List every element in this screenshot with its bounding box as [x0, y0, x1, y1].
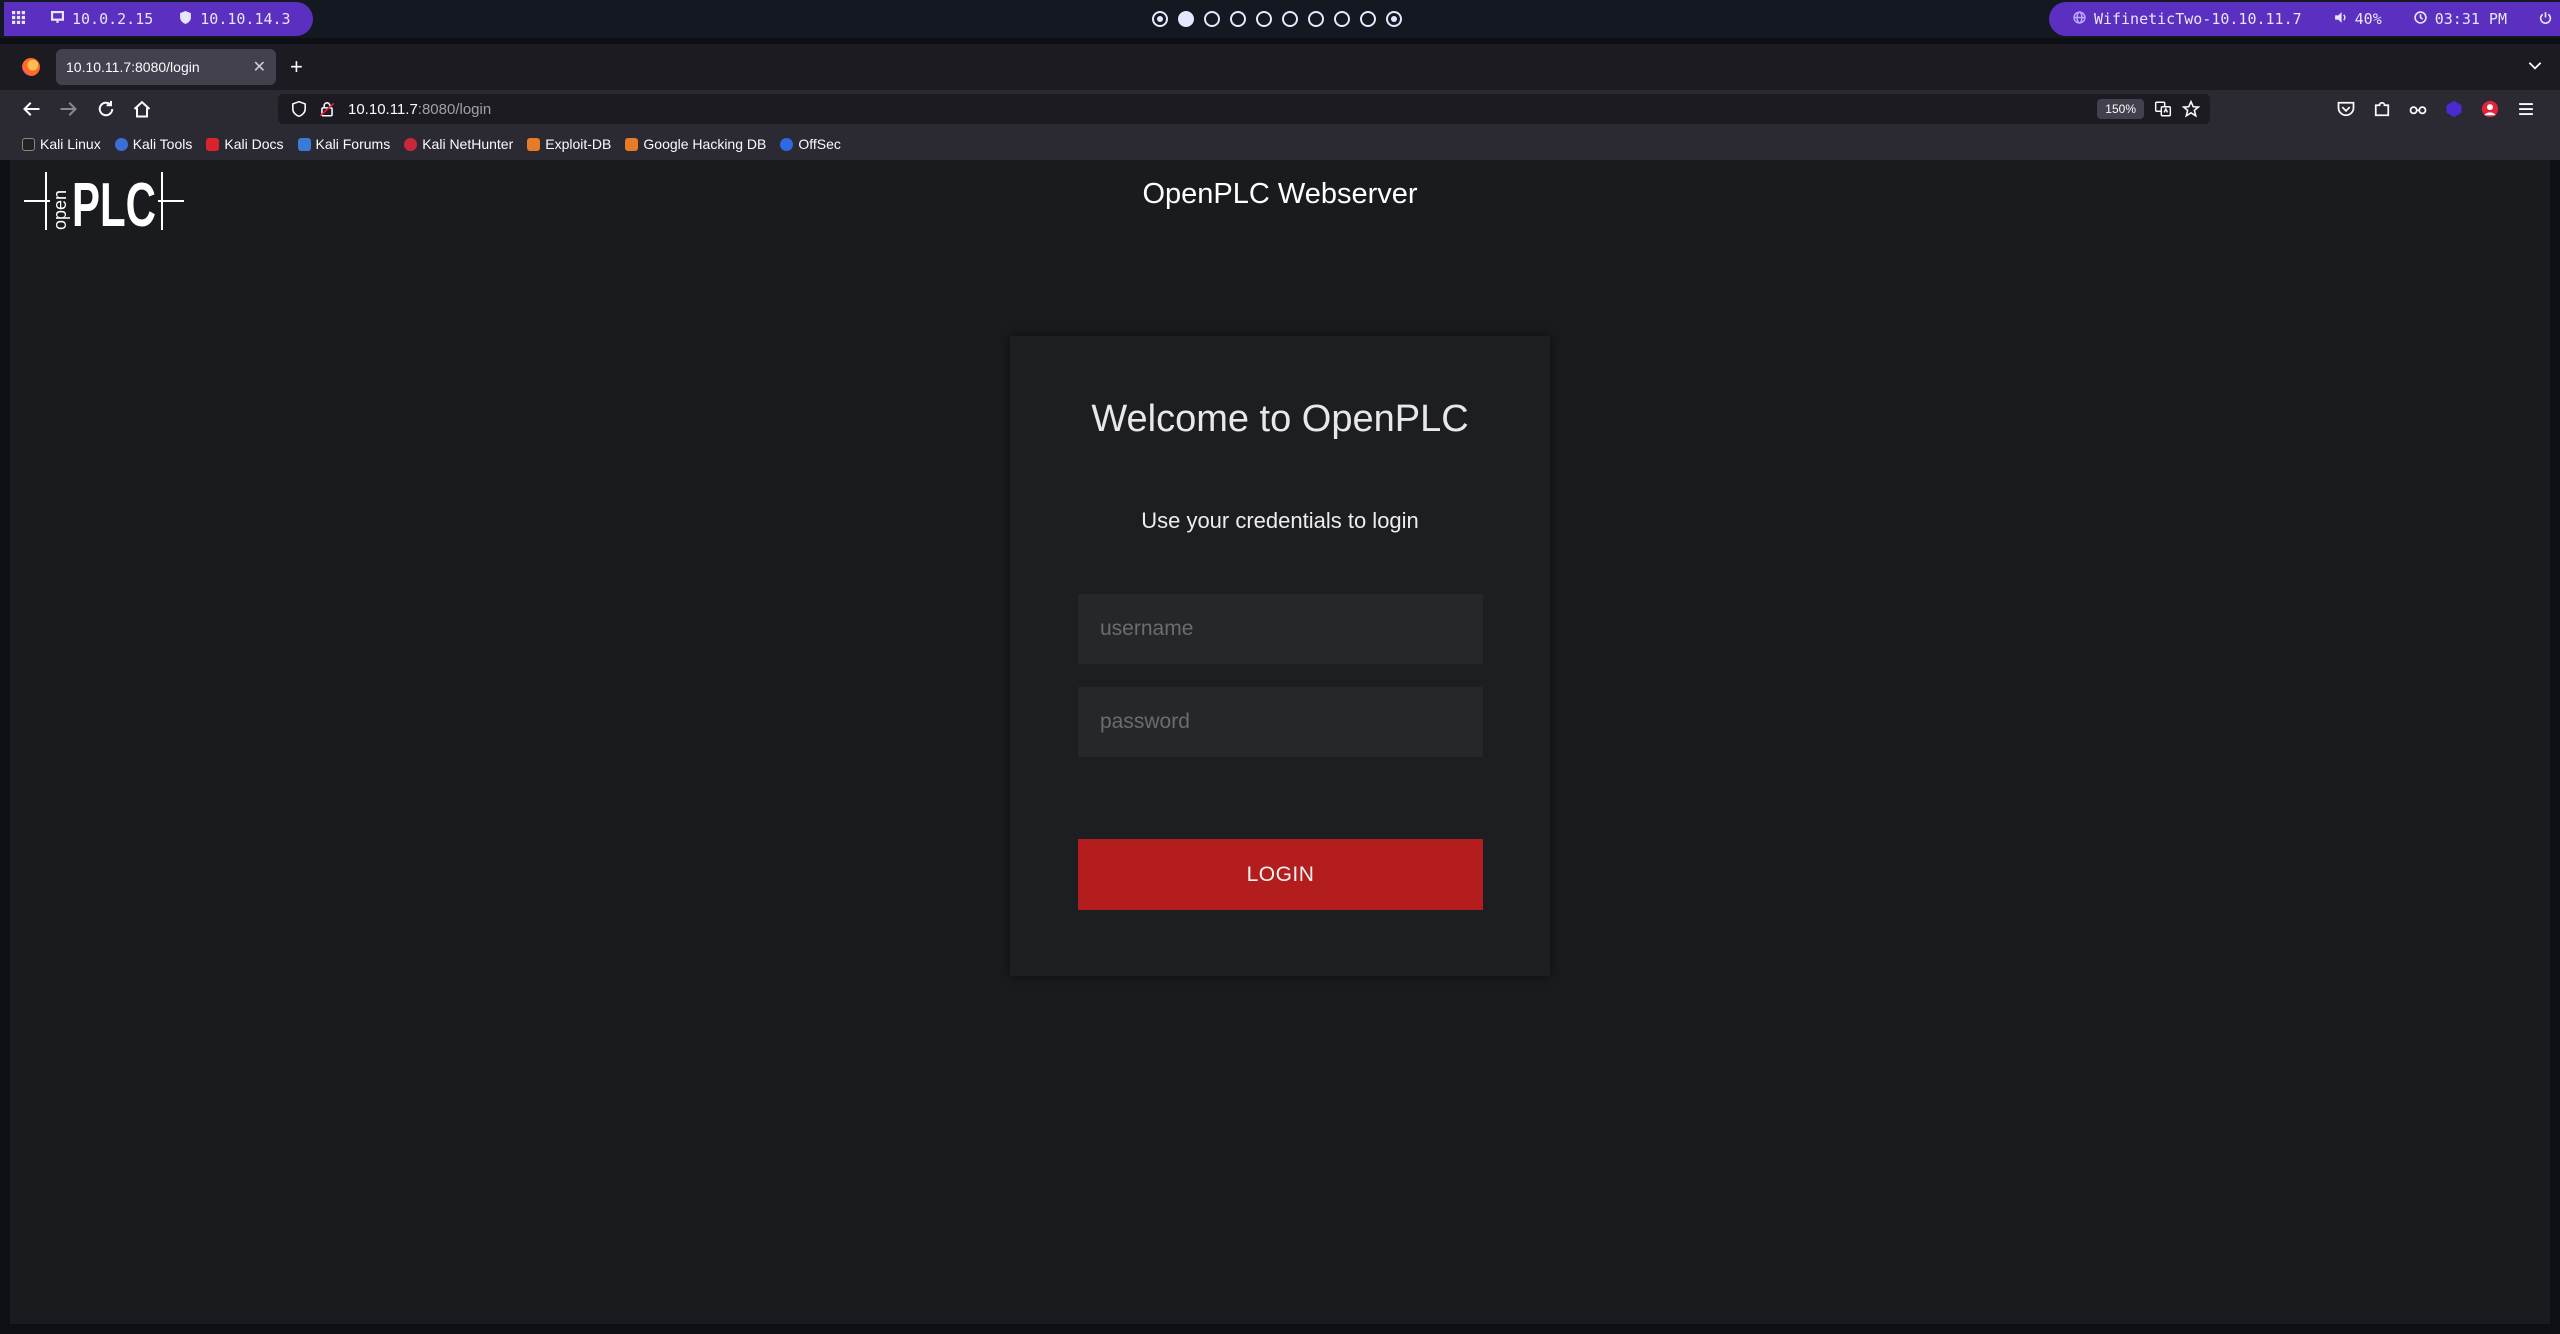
bookmark-exploit-db[interactable]: Exploit-DB [527, 136, 611, 152]
kali-docs-icon [206, 137, 220, 151]
page-header-title: OpenPLC Webserver [1142, 178, 1418, 210]
url-bar[interactable]: 10.10.11.7:8080/login 150% [278, 94, 2210, 124]
workspace-dot[interactable] [1204, 11, 1220, 27]
account-avatar-icon[interactable] [2480, 99, 2500, 119]
bookmark-offsec[interactable]: OffSec [780, 136, 841, 152]
browser-nav-bar: 10.10.11.7:8080/login 150% [0, 90, 2560, 128]
openplc-page: open PLC OpenPLC Webserver Welcome to Op… [10, 160, 2550, 1324]
local-ip-indicator: 10.0.2.15 [51, 10, 153, 28]
ghdb-icon [625, 137, 639, 151]
globe-icon [2073, 10, 2086, 28]
home-icon[interactable] [132, 99, 152, 119]
workspace-dot[interactable] [1308, 11, 1324, 27]
extensions-puzzle-icon[interactable] [2372, 99, 2392, 119]
workspace-switcher [1152, 11, 1402, 27]
system-top-bar: 10.0.2.15 10.10.14.3 WifineticTwo-10.10.… [0, 0, 2560, 38]
bookmark-kali-docs[interactable]: Kali Docs [206, 136, 284, 152]
clock-indicator[interactable]: 03:31 PM [2414, 10, 2507, 28]
shield-icon [179, 10, 192, 28]
clock-icon [2414, 10, 2427, 28]
menu-hamburger-icon[interactable] [2516, 99, 2536, 119]
system-left-pill: 10.0.2.15 10.10.14.3 [4, 2, 313, 36]
apps-grid-icon[interactable] [12, 10, 25, 28]
power-icon[interactable] [2539, 10, 2552, 28]
browser-tab-bar: 10.10.11.7:8080/login ✕ + [0, 44, 2560, 90]
workspace-dot[interactable] [1386, 11, 1402, 27]
monitor-icon [51, 10, 64, 28]
tab-close-icon[interactable]: ✕ [253, 57, 266, 77]
bookmark-label: Google Hacking DB [643, 136, 767, 152]
vpn-ip-text: 10.10.14.3 [200, 10, 291, 28]
login-card: Welcome to OpenPLC Use your credentials … [1010, 336, 1550, 976]
workspace-dot[interactable] [1152, 11, 1168, 27]
bookmark-star-icon[interactable] [2181, 99, 2201, 118]
workspace-dot[interactable] [1230, 11, 1246, 27]
pocket-icon[interactable] [2336, 99, 2356, 119]
bookmark-google-hacking-db[interactable]: Google Hacking DB [625, 136, 766, 152]
system-right-pill: WifineticTwo-10.10.11.7 40% 03:31 PM [2048, 2, 2560, 36]
local-ip-text: 10.0.2.15 [72, 10, 154, 28]
wifi-text: WifineticTwo-10.10.11.7 [2093, 10, 2302, 28]
new-tab-button[interactable]: + [290, 54, 303, 80]
offsec-icon [780, 137, 794, 151]
workspace-dot[interactable] [1256, 11, 1272, 27]
username-input[interactable] [1078, 594, 1483, 664]
bookmark-kali-nethunter[interactable]: Kali NetHunter [404, 136, 513, 152]
url-path: :8080/login [417, 100, 492, 118]
password-input[interactable] [1078, 687, 1483, 757]
bookmark-label: Kali Linux [40, 136, 101, 152]
workspace-dot[interactable] [1334, 11, 1350, 27]
login-button[interactable]: LOGIN [1078, 839, 1483, 910]
reload-icon[interactable] [96, 99, 116, 119]
browser-tab-active[interactable]: 10.10.11.7:8080/login ✕ [56, 49, 276, 85]
volume-text: 40% [2354, 10, 2382, 28]
workspace-dot-active[interactable] [1178, 11, 1194, 27]
tab-title: 10.10.11.7:8080/login [66, 59, 200, 75]
bookmark-label: Kali Forums [315, 136, 391, 152]
url-host: 10.10.11.7 [348, 100, 418, 118]
bookmark-label: Kali NetHunter [422, 136, 514, 152]
workspace-dot[interactable] [1282, 11, 1298, 27]
zoom-level-button[interactable]: 150% [2097, 99, 2144, 119]
vpn-ip-indicator: 10.10.14.3 [179, 10, 291, 28]
wifi-indicator[interactable]: WifineticTwo-10.10.11.7 [2073, 10, 2302, 28]
bookmark-label: Kali Tools [132, 136, 193, 152]
speaker-icon [2334, 10, 2347, 28]
glasses-icon[interactable] [2408, 99, 2428, 119]
exploit-db-icon [527, 137, 541, 151]
bookmark-kali-linux[interactable]: Kali Linux [22, 136, 101, 152]
volume-indicator[interactable]: 40% [2334, 10, 2382, 28]
welcome-heading: Welcome to OpenPLC [1091, 398, 1469, 440]
clock-text: 03:31 PM [2434, 10, 2507, 28]
login-subtitle: Use your credentials to login [1141, 508, 1419, 533]
back-arrow-icon[interactable] [22, 99, 42, 119]
list-all-tabs-icon[interactable] [2526, 56, 2544, 78]
kali-forums-icon [297, 137, 311, 151]
workspace-dot[interactable] [1360, 11, 1376, 27]
bookmark-label: OffSec [798, 136, 841, 152]
insecure-lock-icon[interactable] [318, 100, 336, 118]
firefox-icon [22, 58, 40, 76]
extension-hexagon-icon[interactable] [2444, 99, 2464, 119]
forward-arrow-icon[interactable] [58, 99, 78, 119]
tracking-shield-icon[interactable] [290, 100, 308, 118]
bookmark-label: Exploit-DB [545, 136, 612, 152]
bookmark-label: Kali Docs [224, 136, 284, 152]
bookmark-kali-tools[interactable]: Kali Tools [114, 136, 193, 152]
bookmarks-toolbar: Kali Linux Kali Tools Kali Docs Kali For… [0, 128, 2560, 160]
kali-dragon-icon [22, 137, 35, 151]
bookmark-kali-forums[interactable]: Kali Forums [297, 136, 391, 152]
nethunter-icon [404, 137, 418, 151]
translate-icon[interactable] [2154, 100, 2172, 118]
kali-tools-icon [114, 137, 128, 151]
